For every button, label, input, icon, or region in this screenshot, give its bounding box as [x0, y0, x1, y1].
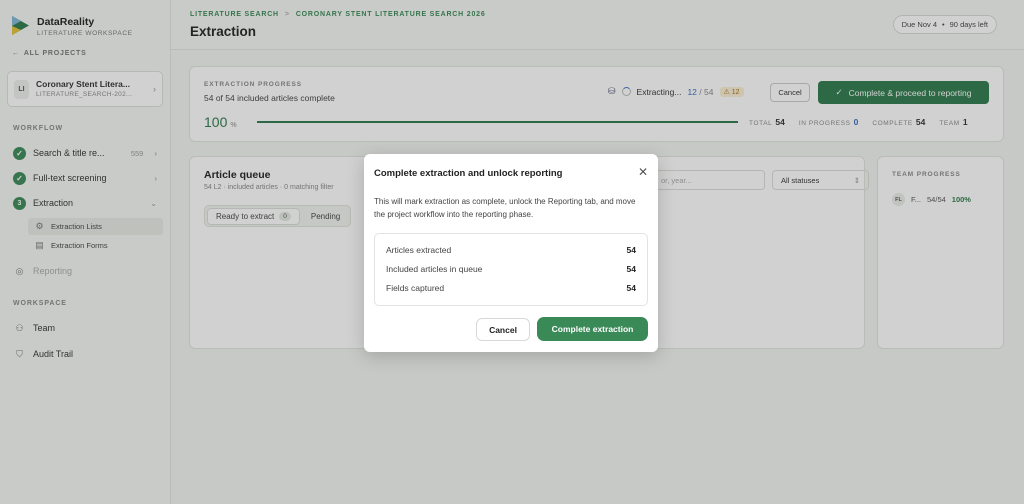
dialog-title: Complete extraction and unlock reporting: [374, 168, 563, 179]
dialog-summary: Articles extracted 54 Included articles …: [374, 233, 648, 306]
complete-extraction-button[interactable]: Complete extraction: [537, 317, 648, 341]
summary-value: 54: [626, 263, 636, 274]
summary-row: Included articles in queue 54: [386, 259, 636, 278]
complete-extraction-dialog: Complete extraction and unlock reporting…: [364, 154, 658, 352]
close-icon[interactable]: ✕: [638, 166, 648, 178]
dialog-cancel-button[interactable]: Cancel: [476, 318, 530, 341]
summary-label: Articles extracted: [386, 244, 452, 255]
summary-row: Fields captured 54: [386, 278, 636, 297]
summary-value: 54: [626, 244, 636, 255]
summary-label: Fields captured: [386, 282, 445, 293]
dialog-body: This will mark extraction as complete, u…: [374, 197, 636, 219]
summary-row: Articles extracted 54: [386, 240, 636, 259]
summary-label: Included articles in queue: [386, 263, 483, 274]
summary-value: 54: [626, 282, 636, 293]
